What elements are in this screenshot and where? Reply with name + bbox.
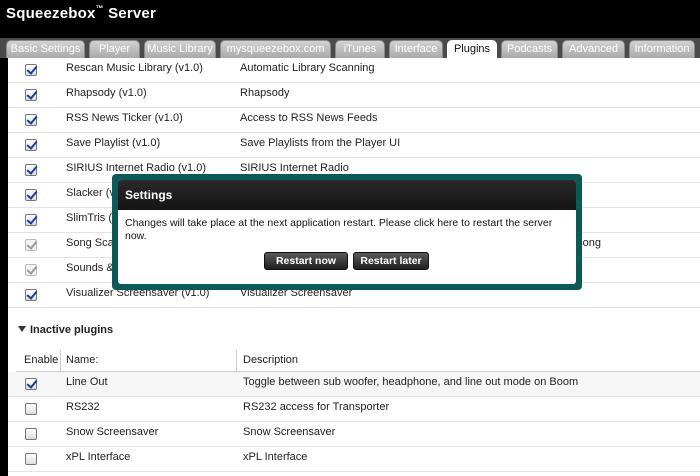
plugin-enable-checkbox — [25, 239, 37, 251]
plugin-enable-checkbox[interactable] — [25, 214, 37, 226]
tab-basic-settings[interactable]: Basic Settings — [6, 40, 85, 58]
tab-podcasts[interactable]: Podcasts — [501, 40, 558, 58]
plugin-description: Automatic Library Scanning — [240, 62, 375, 74]
plugin-name: Rescan Music Library (v1.0) — [66, 62, 203, 74]
table-header: Enable Name: Description — [16, 350, 700, 372]
plugin-enable-checkbox[interactable] — [25, 139, 37, 151]
plugin-enable-checkbox[interactable] — [25, 289, 37, 301]
plugin-name: Sounds & — [66, 262, 114, 274]
plugin-enable-checkbox — [25, 264, 37, 276]
plugin-name: SIRIUS Internet Radio (v1.0) — [66, 162, 207, 174]
plugin-name: RSS News Ticker (v1.0) — [66, 112, 183, 124]
plugin-name: Snow Screensaver — [66, 426, 159, 438]
plugin-enable-checkbox[interactable] — [25, 189, 37, 201]
plugin-name: Slacker (v — [66, 187, 115, 199]
app-title: Squeezebox™ Server — [6, 4, 157, 22]
dialog-title: Settings — [125, 188, 173, 202]
plugin-name: Save Playlist (v1.0) — [66, 137, 161, 149]
plugin-name: RS232 — [66, 401, 100, 413]
plugin-name: Line Out — [66, 376, 108, 388]
plugin-name: xPL Interface — [66, 451, 131, 463]
inactive-plugin-row: Snow Screensaver Snow Screensaver — [8, 422, 700, 447]
plugin-row: RSS News Ticker (v1.0) Access to RSS New… — [8, 108, 700, 133]
disclosure-triangle-icon — [18, 326, 26, 332]
plugin-name: SlimTris (v — [66, 212, 118, 224]
plugin-description: SIRIUS Internet Radio — [240, 162, 349, 174]
tab-information[interactable]: Information — [629, 40, 695, 58]
inactive-plugin-row: Line Out Toggle between sub woofer, head… — [8, 372, 700, 397]
plugin-description: Access to RSS News Feeds — [240, 112, 378, 124]
plugin-description: Toggle between sub woofer, headphone, an… — [243, 376, 579, 388]
plugin-description: RS232 access for Transporter — [243, 401, 390, 413]
plugin-description: Snow Screensaver — [243, 426, 336, 438]
plugin-row: Rhapsody (v1.0) Rhapsody — [8, 83, 700, 108]
app-header: Squeezebox™ Server — [0, 0, 700, 38]
plugin-row: Save Playlist (v1.0) Save Playlists from… — [8, 133, 700, 158]
plugin-description: Rhapsody — [240, 87, 290, 99]
plugin-enable-checkbox[interactable] — [25, 378, 37, 390]
tab-advanced[interactable]: Advanced — [562, 40, 625, 58]
restart-now-button[interactable]: Restart now — [264, 252, 348, 270]
plugin-enable-checkbox[interactable] — [25, 89, 37, 101]
plugin-description: xPL Interface — [243, 451, 308, 463]
plugin-description: Save Playlists from the Player UI — [240, 137, 401, 149]
plugin-enable-checkbox[interactable] — [25, 428, 37, 440]
inactive-plugins-toggle[interactable]: Inactive plugins — [18, 324, 113, 336]
column-divider — [236, 350, 237, 372]
inactive-plugin-row: xPL Interface xPL Interface — [8, 447, 700, 472]
plugin-enable-checkbox[interactable] — [25, 453, 37, 465]
column-header-name: Name: — [66, 354, 99, 366]
plugin-enable-checkbox[interactable] — [25, 403, 37, 415]
tab-bar: Basic Settings Player Music Library mysq… — [0, 38, 700, 59]
restart-later-button[interactable]: Restart later — [353, 252, 429, 270]
tab-plugins[interactable]: Plugins — [447, 40, 497, 59]
dialog-message[interactable]: Changes will take place at the next appl… — [125, 217, 571, 243]
plugin-enable-checkbox[interactable] — [25, 64, 37, 76]
plugin-row: Rescan Music Library (v1.0) Automatic Li… — [8, 58, 700, 83]
dialog-header: Settings — [118, 180, 576, 210]
tab-mysqueezebox[interactable]: mysqueezebox.com — [220, 40, 331, 58]
tab-interface[interactable]: Interface — [389, 40, 443, 58]
plugin-name: Rhapsody (v1.0) — [66, 87, 147, 99]
column-divider — [60, 350, 61, 372]
plugin-enable-checkbox[interactable] — [25, 164, 37, 176]
tab-player[interactable]: Player — [89, 40, 140, 58]
inactive-plugin-row: RS232 RS232 access for Transporter — [8, 397, 700, 422]
settings-dialog-frame: Settings Changes will take place at the … — [112, 174, 582, 290]
settings-dialog: Settings Changes will take place at the … — [118, 180, 576, 284]
tab-itunes[interactable]: iTunes — [335, 40, 385, 58]
tab-music-library[interactable]: Music Library — [144, 40, 216, 58]
plugin-enable-checkbox[interactable] — [25, 114, 37, 126]
column-header-description: Description — [243, 354, 299, 366]
column-header-enable: Enable — [24, 354, 59, 366]
